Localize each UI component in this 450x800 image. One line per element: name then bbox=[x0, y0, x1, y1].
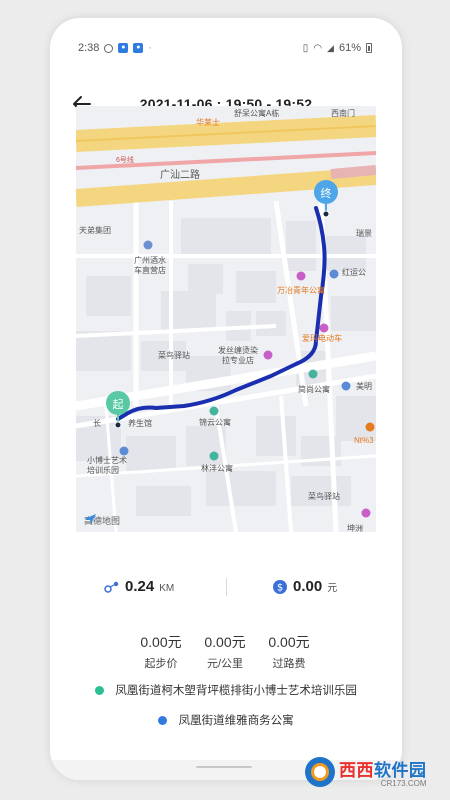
battery-percent: 61% bbox=[338, 42, 361, 54]
route-distance-icon bbox=[104, 581, 119, 593]
distance-unit: KM bbox=[159, 583, 175, 594]
map-label-cainiao-1: 菜鸟驿站 bbox=[158, 351, 190, 360]
fee-per-km: 0.00元 元/公里 bbox=[190, 632, 260, 671]
map-label-bottom-right: 坤洲 bbox=[347, 524, 363, 532]
map-label-jinyun: 锦云公寓 bbox=[199, 418, 231, 427]
start-dot-icon bbox=[95, 686, 105, 695]
map-label-wanzhi: 万冶青年公寓 bbox=[277, 286, 325, 295]
stats-divider bbox=[226, 578, 227, 596]
watermark-title: 西西软件园 bbox=[339, 756, 427, 781]
watermark-title-b: 软件园 bbox=[374, 761, 427, 780]
map-label-changyang: 长 bbox=[93, 419, 101, 428]
status-right: ▯ ◠ ◢ 61% bbox=[303, 42, 372, 54]
fee-base-label: 起步价 bbox=[144, 658, 178, 670]
map-label-fasi-1: 发丝缠烫染 bbox=[218, 346, 258, 355]
signal-icon: ◢ bbox=[327, 42, 334, 53]
status-time: 2:38 bbox=[78, 42, 100, 54]
end-marker[interactable]: 终 bbox=[313, 179, 339, 219]
fee-toll-label: 过路费 bbox=[272, 658, 306, 670]
map-label-xiaoboshi-1: 小博士艺术 bbox=[87, 456, 127, 465]
watermark: 西西软件园 CR173.COM bbox=[305, 755, 445, 789]
end-dot-icon bbox=[158, 716, 168, 725]
map-label-yangsheng: 养生馆 bbox=[128, 419, 152, 428]
map-label-gz-jiushui-2: 车直营店 bbox=[134, 266, 166, 275]
map-label-fasi-2: 拉专业店 bbox=[222, 356, 254, 365]
distance-stat: 0.24 KM bbox=[104, 578, 174, 595]
vibrate-icon: ▯ bbox=[302, 42, 309, 54]
app-notification-icon: ● bbox=[118, 43, 129, 53]
map-label-xiaoboshi-2: 培训乐园 bbox=[87, 466, 119, 475]
more-notifications-icon: · bbox=[148, 42, 153, 54]
watermark-text: 西西软件园 CR173.COM bbox=[339, 756, 427, 788]
trip-summary: 0.24 KM $ 0.00 元 bbox=[50, 578, 402, 608]
map-provider-logo: 高德地图 bbox=[84, 514, 120, 527]
distance-value: 0.24 bbox=[125, 578, 155, 595]
route-map[interactable]: 华莱士 舒呆公寓A栋 西南门 6号线 广汕二路 天弟集团 广州酒水 车直营店 万… bbox=[76, 106, 376, 532]
map-label-gz-jiushui-1: 广州酒水 bbox=[134, 256, 166, 265]
map-label-meiming: 美明 bbox=[356, 382, 372, 391]
wifi-icon: ◠ bbox=[313, 42, 323, 54]
map-label-linfeng: 林沣公寓 bbox=[201, 464, 233, 473]
phone-frame: 2:38 ● ● · ▯ ◠ ◢ 61% 2021-11-06 : 19:50 … bbox=[50, 18, 402, 780]
start-address-text: 凤凰街道柯木塱背坪榄排街小博士艺术培训乐园 bbox=[115, 685, 357, 697]
start-marker[interactable]: 起 bbox=[105, 390, 131, 430]
watermark-logo-icon bbox=[305, 757, 335, 787]
battery-icon bbox=[366, 43, 372, 53]
fee-toll: 0.00元 过路费 bbox=[254, 632, 324, 671]
map-label-metro-line: 6号线 bbox=[116, 157, 134, 164]
status-left: 2:38 ● ● · bbox=[78, 42, 152, 54]
map-label-honglian: 红运公 bbox=[342, 268, 366, 277]
fee-per-km-amount: 0.00元 bbox=[204, 634, 246, 650]
map-label-ruijing: 瑞景 bbox=[356, 229, 372, 238]
svg-text:$: $ bbox=[277, 582, 283, 593]
coin-icon: $ bbox=[273, 579, 287, 594]
map-label-ximenkou: 西南门 bbox=[331, 109, 355, 118]
cost-unit: 元 bbox=[327, 583, 338, 594]
start-marker-label: 起 bbox=[112, 399, 124, 411]
status-bar: 2:38 ● ● · ▯ ◠ ◢ 61% bbox=[50, 40, 402, 58]
cost-stat: $ 0.00 元 bbox=[272, 578, 337, 595]
cost-value: 0.00 bbox=[293, 578, 323, 595]
watermark-title-a: 西西 bbox=[339, 761, 374, 780]
fee-toll-amount: 0.00元 bbox=[268, 634, 310, 650]
home-indicator[interactable] bbox=[196, 766, 252, 768]
map-label-tiandi: 天弟集团 bbox=[79, 226, 111, 235]
sync-icon bbox=[104, 43, 114, 53]
amap-logo-icon bbox=[84, 514, 96, 524]
fee-per-km-label: 元/公里 bbox=[206, 658, 244, 670]
end-address: 凤凰街道维雅商务公寓 bbox=[50, 712, 402, 728]
start-address: 凤凰街道柯木塱背坪榄排街小博士艺术培训乐园 bbox=[50, 682, 402, 698]
app-notification-icon-2: ● bbox=[133, 43, 144, 53]
map-label-jianshang: 简尚公寓 bbox=[298, 385, 330, 394]
map-label-shuchenggongyu: 舒呆公寓A栋 bbox=[234, 109, 280, 118]
map-label-nt3: Nt%3 Le bbox=[354, 436, 376, 445]
fee-base-amount: 0.00元 bbox=[140, 634, 182, 650]
map-label-guangshan-road: 广汕二路 bbox=[160, 170, 200, 181]
fee-base: 0.00元 起步价 bbox=[126, 632, 196, 671]
map-label-hualaishi: 华莱士 bbox=[196, 118, 220, 127]
end-marker-label: 终 bbox=[320, 188, 332, 200]
fee-breakdown: 0.00元 起步价 0.00元 元/公里 0.00元 过路费 bbox=[50, 632, 402, 672]
map-label-aima: 爱玛电动车 bbox=[302, 334, 342, 343]
map-label-cainiao-2: 菜鸟驿站 bbox=[308, 492, 340, 501]
end-address-text: 凤凰街道维雅商务公寓 bbox=[178, 715, 294, 727]
